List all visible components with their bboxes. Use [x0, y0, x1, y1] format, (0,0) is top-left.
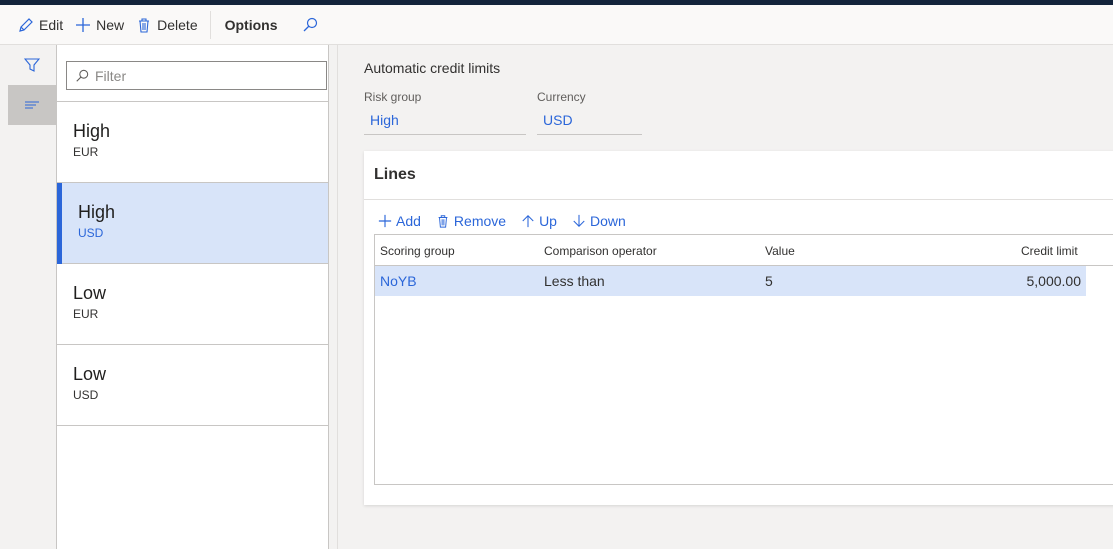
lines-card: Lines Add Remove Up Down Scoring group C…: [364, 151, 1113, 505]
list-item-currency: EUR: [73, 307, 99, 321]
detail-pane: Automatic credit limits Risk group High …: [337, 45, 1113, 549]
new-button-label: New: [96, 16, 125, 33]
cell-value: 5: [765, 273, 773, 289]
list-item-currency: EUR: [73, 145, 99, 159]
column-header-value[interactable]: Value: [765, 244, 795, 258]
lines-title: Lines: [374, 166, 416, 183]
filter-pane-button[interactable]: [8, 45, 56, 85]
arrow-down-icon: [573, 214, 585, 227]
funnel-icon: [24, 58, 40, 72]
edit-button[interactable]: Edit: [12, 5, 69, 45]
plus-icon: [378, 214, 392, 228]
add-line-button[interactable]: Add: [378, 213, 421, 229]
list-item-currency: USD: [78, 226, 104, 240]
lines-grid: Scoring group Comparison operator Value …: [374, 234, 1113, 485]
table-row[interactable]: NoYB Less than 5 5,000.00: [375, 266, 1086, 296]
move-up-button[interactable]: Up: [521, 213, 557, 229]
left-rail: [0, 45, 57, 549]
remove-line-button[interactable]: Remove: [436, 213, 506, 229]
filter-input[interactable]: [95, 67, 315, 84]
list-icon: [25, 101, 39, 109]
search-icon: [303, 17, 317, 31]
options-tab[interactable]: Options: [217, 5, 286, 45]
search-icon: [76, 69, 89, 82]
action-toolbar: Edit New Delete Options: [0, 5, 1113, 45]
arrow-up-icon: [522, 215, 534, 228]
list-item[interactable]: Low EUR: [57, 264, 328, 345]
search-button[interactable]: [286, 5, 334, 45]
column-header-credit-limit[interactable]: Credit limit: [1021, 244, 1078, 258]
list-item-currency: USD: [73, 388, 99, 402]
list-item[interactable]: High USD: [57, 183, 328, 264]
record-list: High EUR High USD Low EUR Low USD: [57, 101, 328, 426]
move-down-button[interactable]: Down: [572, 213, 626, 229]
list-view-button[interactable]: [8, 85, 56, 125]
list-item-title: Low: [73, 283, 107, 303]
move-up-label: Up: [539, 213, 557, 229]
cell-credit-limit: 5,000.00: [1026, 273, 1082, 289]
remove-line-label: Remove: [453, 213, 507, 229]
currency-field[interactable]: USD: [537, 108, 642, 135]
filter-box: [66, 61, 327, 90]
trash-icon: [139, 17, 150, 33]
risk-group-label: Risk group: [364, 90, 422, 104]
new-button[interactable]: New: [69, 5, 130, 45]
currency-label: Currency: [537, 90, 586, 104]
plus-icon: [76, 17, 91, 32]
pencil-icon: [19, 17, 33, 32]
add-line-label: Add: [396, 213, 421, 229]
delete-button[interactable]: Delete: [130, 5, 203, 45]
list-item-title: Low: [73, 364, 107, 384]
delete-button-label: Delete: [157, 16, 198, 33]
list-item-title: High: [73, 121, 111, 141]
trash-icon: [438, 215, 448, 228]
cell-comparison-operator: Less than: [544, 273, 605, 289]
list-item[interactable]: High EUR: [57, 102, 328, 183]
section-title: Automatic credit limits: [364, 60, 501, 76]
edit-button-label: Edit: [39, 16, 64, 33]
lines-toolbar: Add Remove Up Down: [378, 206, 641, 236]
toolbar-divider: [209, 10, 211, 39]
column-header-scoring-group[interactable]: Scoring group: [380, 244, 455, 258]
risk-group-field[interactable]: High: [364, 108, 526, 135]
record-list-pane: High EUR High USD Low EUR Low USD: [57, 45, 329, 549]
list-item[interactable]: Low USD: [57, 345, 328, 426]
grid-header: Scoring group Comparison operator Value …: [375, 235, 1113, 266]
move-down-label: Down: [589, 213, 626, 229]
cell-scoring-group[interactable]: NoYB: [380, 273, 417, 289]
column-header-comparison-operator[interactable]: Comparison operator: [544, 244, 657, 258]
card-divider: [364, 199, 1113, 200]
list-item-title: High: [78, 202, 116, 222]
